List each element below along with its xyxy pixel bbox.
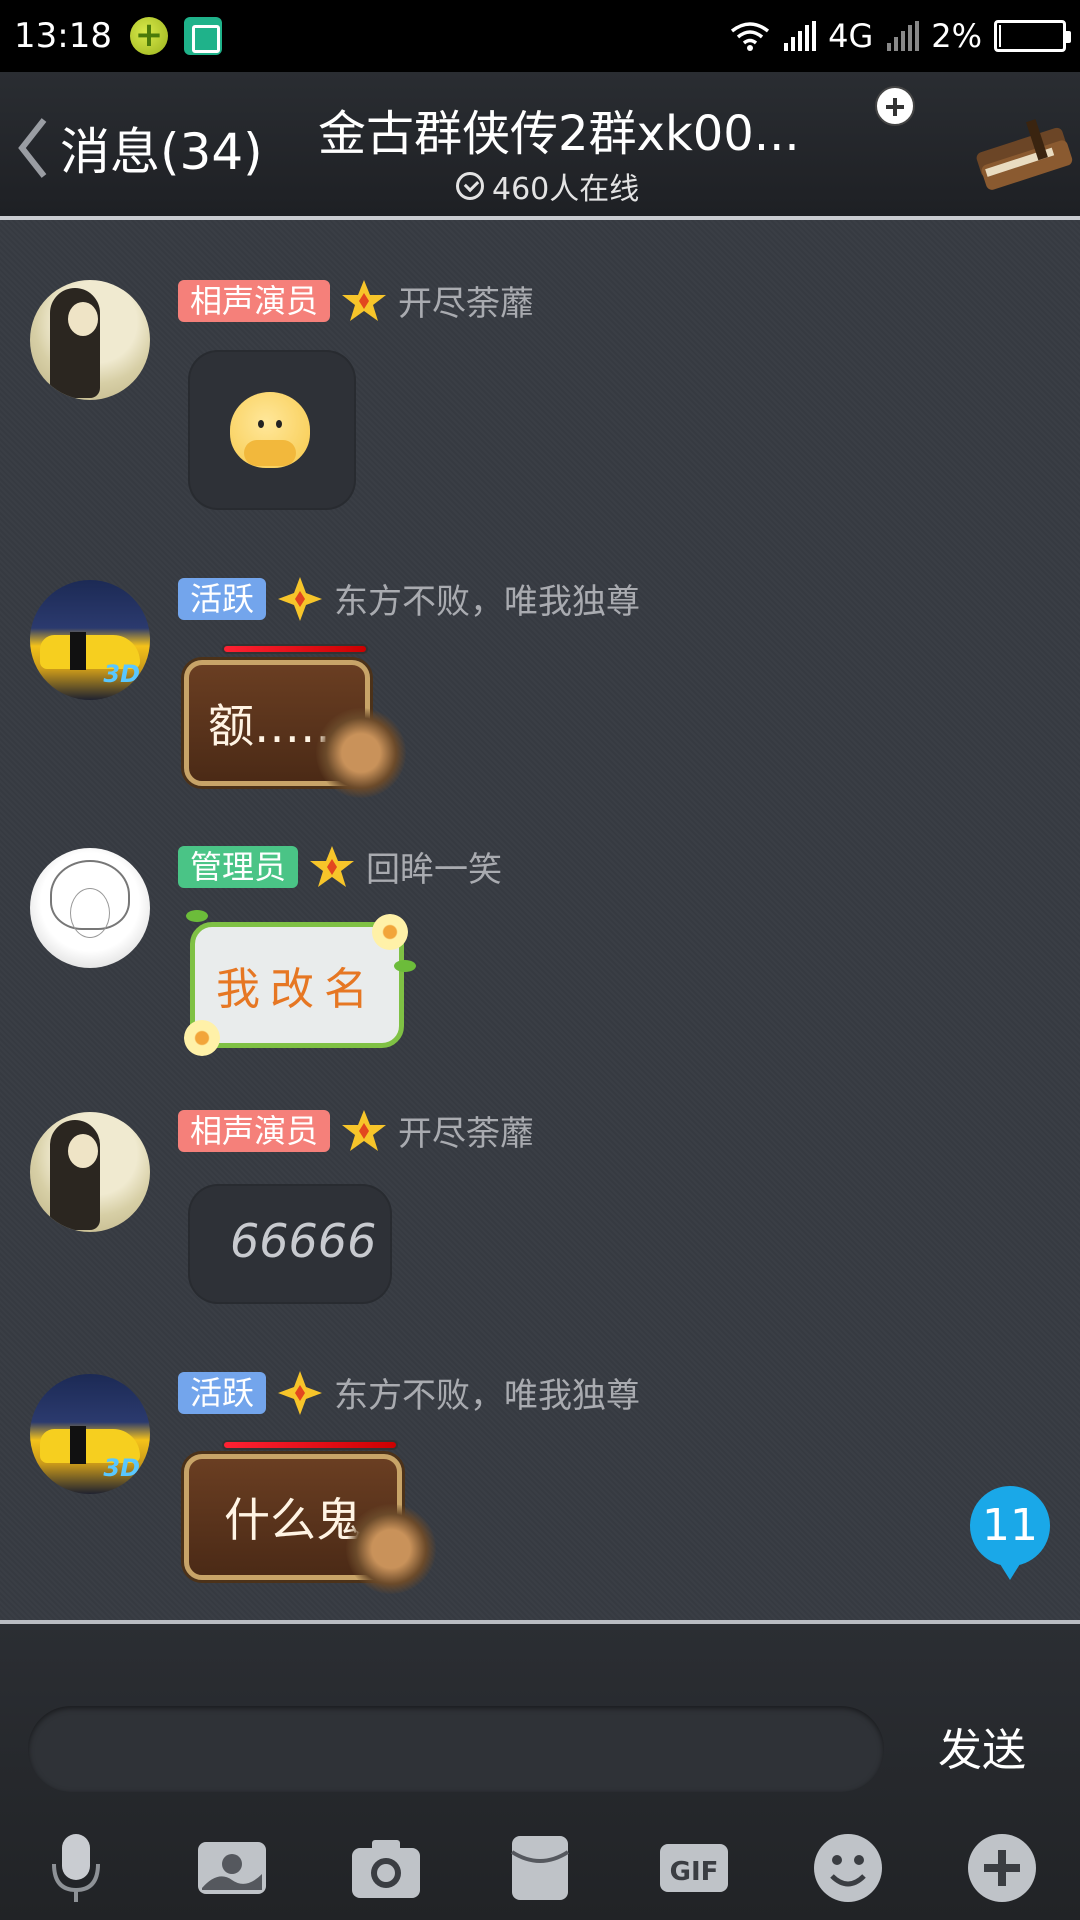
network-type: 4G <box>828 17 874 55</box>
sender-nickname[interactable]: 东方不败，唯我独尊 <box>334 574 640 623</box>
camera-button[interactable] <box>348 1830 424 1906</box>
sender-row: 管理员 回眸一笑 <box>178 842 502 891</box>
emoji-icon <box>814 1834 882 1902</box>
role-badge: 活跃 <box>178 1371 267 1414</box>
gif-button[interactable]: GIF <box>656 1830 732 1906</box>
status-time: 13:18 <box>14 16 112 56</box>
star-icon <box>342 1109 387 1151</box>
sender-row: 活跃 东方不败，唯我独尊 <box>178 1368 640 1417</box>
sender-nickname[interactable]: 回眸一笑 <box>366 842 502 891</box>
chevron-down-circle-icon <box>456 172 484 200</box>
bubble-decoration <box>222 644 368 654</box>
wifi-icon <box>731 22 770 51</box>
emoji-button[interactable] <box>810 1830 886 1906</box>
warrior-decoration <box>346 1504 436 1594</box>
flower-decoration <box>184 1020 220 1056</box>
message-bubble[interactable]: 我改名 <box>190 922 404 1048</box>
message-input[interactable] <box>28 1706 884 1792</box>
leaf-decoration <box>186 910 208 922</box>
gif-icon: GIF <box>660 1844 728 1892</box>
status-bar: 13:18 4G 2% <box>0 0 1080 72</box>
gif-label: GIF <box>670 1857 719 1887</box>
online-count: 460人在线 <box>492 172 640 207</box>
role-badge: 活跃 <box>178 577 267 620</box>
send-button[interactable]: 发送 <box>938 1714 1026 1778</box>
screenshot-icon <box>183 17 222 55</box>
unread-badge[interactable]: 11 <box>970 1486 1050 1580</box>
image-icon <box>198 1842 266 1894</box>
back-label: 消息(34) <box>60 123 263 181</box>
sender-nickname[interactable]: 开尽荼蘼 <box>398 276 534 325</box>
signal-icon <box>784 21 817 51</box>
message-text: 66666 <box>230 1214 377 1268</box>
warrior-decoration <box>316 708 406 798</box>
battery-level <box>999 25 1001 47</box>
avatar[interactable] <box>30 280 150 400</box>
chevron-left-icon <box>18 118 47 178</box>
page-title[interactable]: 金古群侠传2群xk00... <box>318 94 800 164</box>
sender-row: 相声演员 开尽荼蘼 <box>178 1106 534 1155</box>
avatar[interactable]: 3D <box>30 580 150 700</box>
status-right: 4G 2% <box>730 17 1071 55</box>
signal-icon-secondary <box>887 21 920 51</box>
plus-icon <box>968 1834 1036 1902</box>
app-notification-icon <box>129 15 168 55</box>
message-text: 我改名 <box>216 964 378 1015</box>
sender-nickname[interactable]: 开尽荼蘼 <box>398 1106 534 1155</box>
red-packet-icon <box>510 1836 570 1900</box>
diamond-star-icon <box>278 1370 323 1415</box>
avatar-face <box>68 302 98 336</box>
sender-nickname[interactable]: 东方不败，唯我独尊 <box>334 1368 640 1417</box>
battery-percent: 2% <box>931 17 982 55</box>
role-badge: 管理员 <box>178 845 299 888</box>
star-icon <box>342 279 387 321</box>
message-bubble[interactable]: 66666 <box>188 1184 392 1304</box>
emoji-bubble[interactable] <box>188 350 356 510</box>
battery-icon <box>994 20 1071 52</box>
role-badge: 相声演员 <box>178 279 331 322</box>
diamond-star-icon <box>278 576 323 621</box>
image-button[interactable] <box>194 1830 270 1906</box>
bubble-decoration <box>222 1440 398 1450</box>
star-icon <box>310 845 355 887</box>
back-button[interactable]: 消息(34) <box>14 112 263 184</box>
input-bar: 发送 GIF <box>0 1620 1080 1920</box>
voice-button[interactable] <box>38 1830 114 1906</box>
add-circle-icon[interactable] <box>875 86 915 126</box>
avatar[interactable] <box>30 848 150 968</box>
title-bar: 消息(34) 金古群侠传2群xk00... 460人在线 <box>0 72 1080 220</box>
flower-decoration <box>372 914 408 950</box>
sender-row: 相声演员 开尽荼蘼 <box>178 276 534 325</box>
role-badge: 相声演员 <box>178 1109 331 1152</box>
shy-emoji-icon <box>230 392 310 468</box>
avatar[interactable]: 3D <box>30 1374 150 1494</box>
chat-area[interactable]: 相声演员 开尽荼蘼 3D 活跃 东方不败，唯我独尊 额…… 管理员 回眸一笑 我… <box>0 220 1080 1620</box>
more-button[interactable] <box>964 1830 1040 1906</box>
camera-icon <box>352 1840 420 1898</box>
red-packet-button[interactable] <box>502 1830 578 1906</box>
message-text: 什么鬼 <box>224 1493 362 1547</box>
sender-row: 活跃 东方不败，唯我独尊 <box>178 574 640 623</box>
microphone-icon <box>52 1834 100 1902</box>
toolbar: GIF <box>0 1820 1080 1920</box>
leaf-decoration <box>394 960 416 972</box>
book-icon[interactable] <box>970 100 1080 190</box>
avatar[interactable] <box>30 1112 150 1232</box>
online-status[interactable]: 460人在线 <box>456 164 639 208</box>
